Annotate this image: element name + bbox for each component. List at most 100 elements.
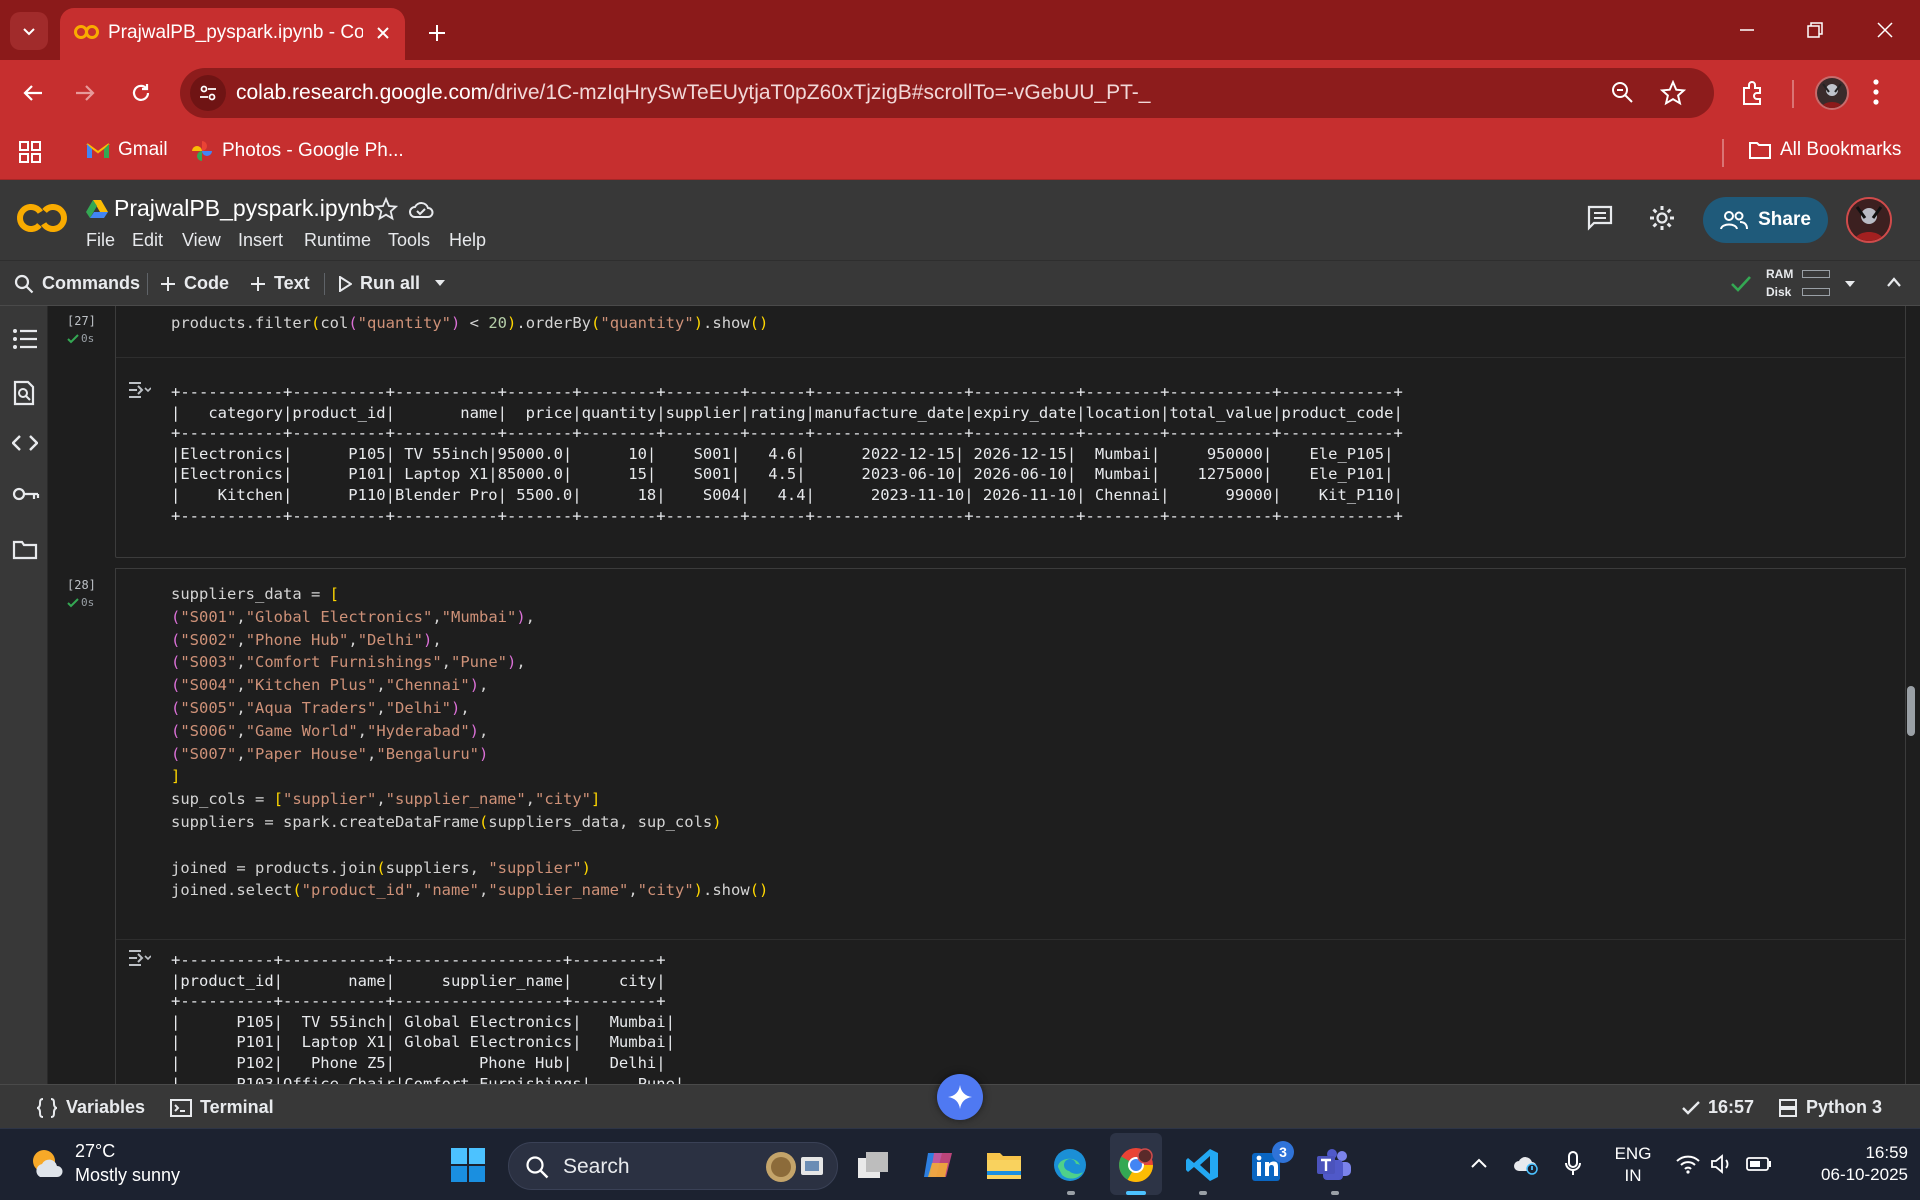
run-all-button[interactable]: Run all	[338, 273, 420, 294]
variables-button[interactable]: Variables	[36, 1097, 145, 1118]
menu-tools[interactable]: Tools	[388, 230, 430, 251]
extensions-icon[interactable]	[1740, 80, 1766, 106]
gmail-icon	[86, 143, 110, 158]
menu-runtime[interactable]: Runtime	[304, 230, 371, 251]
find-replace-icon[interactable]	[12, 380, 36, 406]
reload-button[interactable]	[120, 72, 162, 114]
secrets-key-icon[interactable]	[12, 486, 40, 502]
browser-tab-active[interactable]: PrajwalPB_pyspark.ipynb - Colab	[60, 8, 405, 60]
search-icon	[14, 274, 34, 293]
commands-button[interactable]: Commands	[14, 273, 140, 294]
file-explorer-icon[interactable]	[982, 1143, 1026, 1187]
last-run-time[interactable]: 16:57	[1682, 1097, 1754, 1118]
wifi-icon[interactable]	[1676, 1154, 1700, 1174]
browser-menu-icon[interactable]	[1872, 78, 1880, 106]
edge-browser-icon[interactable]	[1048, 1143, 1092, 1187]
apps-grid-icon[interactable]	[18, 140, 42, 164]
restore-icon	[1807, 22, 1823, 38]
star-notebook-icon[interactable]	[374, 197, 398, 221]
bookmarks-divider	[1722, 139, 1724, 167]
colab-logo[interactable]	[16, 202, 68, 234]
folder-icon	[1749, 142, 1771, 159]
minimize-button[interactable]	[1724, 10, 1770, 50]
runtime-kernel-indicator[interactable]: Python 3	[1778, 1097, 1882, 1118]
weather-condition[interactable]: Mostly sunny	[75, 1165, 180, 1186]
running-indicator	[1331, 1191, 1339, 1195]
menu-file[interactable]: File	[86, 230, 115, 251]
menu-view[interactable]: View	[182, 230, 221, 251]
colab-favicon-icon	[74, 23, 100, 41]
add-code-button[interactable]: Code	[160, 273, 229, 294]
bookmark-photos[interactable]: Photos - Google Ph...	[190, 139, 404, 163]
comments-icon[interactable]	[1586, 204, 1614, 232]
browser-profile-avatar[interactable]	[1815, 76, 1849, 110]
add-text-button[interactable]: Text	[250, 273, 310, 294]
google-photos-icon	[192, 141, 212, 161]
menu-edit[interactable]: Edit	[132, 230, 163, 251]
google-drive-icon	[86, 199, 108, 219]
battery-icon[interactable]	[1746, 1156, 1772, 1172]
terminal-icon	[170, 1098, 192, 1117]
bookmark-gmail[interactable]: Gmail	[86, 139, 168, 161]
weather-temperature[interactable]: 27°C	[75, 1141, 115, 1162]
new-tab-button[interactable]	[420, 16, 454, 50]
arrow-left-icon	[23, 85, 42, 101]
microphone-icon[interactable]	[1565, 1151, 1581, 1177]
table-of-contents-icon[interactable]	[12, 328, 38, 350]
site-info-icon[interactable]	[190, 75, 226, 111]
forward-button[interactable]	[64, 72, 106, 114]
browser-toolbar: colab.research.google.com/drive/1C-mzIqH…	[0, 60, 1920, 126]
settings-gear-icon[interactable]	[1648, 204, 1676, 232]
input-language[interactable]: ENG IN	[1610, 1143, 1656, 1187]
share-button[interactable]: Share	[1703, 197, 1828, 243]
teams-icon[interactable]	[1312, 1143, 1356, 1187]
weather-sun-icon[interactable]	[28, 1147, 66, 1181]
gemini-button[interactable]	[937, 1074, 983, 1120]
taskbar-search[interactable]: Search	[508, 1142, 838, 1190]
plus-icon	[251, 276, 265, 291]
minimize-icon	[1740, 29, 1754, 31]
code-snippets-icon[interactable]	[12, 434, 38, 452]
onedrive-cloud-icon[interactable]	[1512, 1153, 1540, 1175]
notebook-scrollbar[interactable]	[1907, 686, 1915, 736]
check-icon	[67, 333, 79, 343]
files-folder-icon[interactable]	[12, 540, 38, 560]
show-hidden-icons[interactable]	[1470, 1157, 1488, 1169]
all-bookmarks-button[interactable]: All Bookmarks	[1748, 139, 1901, 161]
account-avatar[interactable]	[1846, 197, 1892, 243]
running-indicator	[1199, 1191, 1207, 1195]
check-icon	[67, 597, 79, 607]
bookmark-star-icon[interactable]	[1660, 80, 1686, 106]
notebook-title[interactable]: PrajwalPB_pyspark.ipynb	[114, 195, 375, 222]
cell-27-container	[115, 306, 1906, 558]
resource-monitor[interactable]: RAM Disk	[1766, 265, 1793, 301]
menu-insert[interactable]: Insert	[238, 230, 283, 251]
caret-down-icon	[435, 280, 445, 286]
zoom-icon[interactable]	[1610, 80, 1634, 104]
tab-search-button[interactable]	[10, 12, 48, 50]
menu-help[interactable]: Help	[449, 230, 486, 251]
windows-start-icon[interactable]	[446, 1143, 490, 1187]
address-bar[interactable]: colab.research.google.com/drive/1C-mzIqH…	[180, 68, 1714, 118]
cell-execution-status: [27] 0s	[67, 314, 96, 345]
task-view-icon[interactable]	[852, 1143, 896, 1187]
collapse-header-icon[interactable]	[1886, 276, 1902, 288]
ram-usage-bar	[1802, 270, 1830, 278]
url-text[interactable]: colab.research.google.com/drive/1C-mzIqH…	[236, 81, 1150, 105]
vscode-icon[interactable]	[1180, 1143, 1224, 1187]
toolbar-divider	[1792, 80, 1794, 108]
tab-close-icon[interactable]	[370, 20, 396, 46]
resource-dropdown-icon[interactable]	[1844, 280, 1856, 288]
system-clock[interactable]: 16:59 06-10-2025	[1786, 1142, 1916, 1186]
volume-icon[interactable]	[1710, 1154, 1734, 1174]
bookmarks-bar: Gmail Photos - Google Ph... All Bookmark…	[0, 126, 1920, 180]
notebook-toolbar: Commands Code Text Run all RAM Disk	[0, 260, 1920, 306]
back-button[interactable]	[12, 72, 54, 114]
browser-tab-bar: PrajwalPB_pyspark.ipynb - Colab	[0, 0, 1920, 60]
terminal-button[interactable]: Terminal	[170, 1097, 274, 1118]
run-options-dropdown[interactable]	[434, 279, 446, 287]
close-window-button[interactable]	[1862, 10, 1908, 50]
restore-button[interactable]	[1792, 10, 1838, 50]
chrome-browser-icon[interactable]	[1114, 1143, 1158, 1187]
copilot-icon[interactable]	[916, 1143, 960, 1187]
